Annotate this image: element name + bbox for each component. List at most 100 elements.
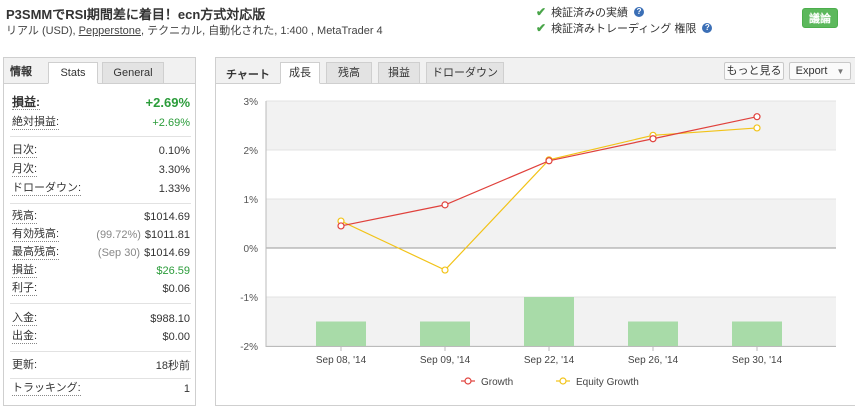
- x-tick-label: Sep 09, '14: [420, 355, 471, 366]
- data-point: [753, 113, 761, 121]
- data-point: [753, 124, 761, 132]
- divider: [10, 203, 191, 204]
- bar: [524, 297, 574, 346]
- y-tick-label: 1%: [244, 195, 259, 206]
- stat-label[interactable]: トラッキング:: [12, 382, 81, 396]
- account-subtitle: リアル (USD), Pepperstone, テクニカル, 自動化された, 1…: [6, 22, 383, 38]
- stat-equity: 有効残高: (99.72%) $1011.81: [12, 228, 190, 244]
- stat-value: $1014.69: [144, 211, 190, 223]
- stat-interest: 利子: $0.06: [12, 282, 190, 298]
- chart-tabbar: チャート 成長 残高 損益 ドローダウン もっと見る Export ▼: [216, 58, 855, 84]
- stat-label[interactable]: 日次:: [12, 144, 38, 158]
- account-type-text: リアル (USD),: [6, 25, 79, 37]
- broker-link[interactable]: Pepperstone: [79, 25, 141, 37]
- growth-chart: -2%-1%0%1%2%3% Sep 08, '14 Sep 09, '14 Sep…: [240, 97, 836, 388]
- tab-growth[interactable]: 成長: [280, 62, 320, 84]
- stat-highest: 最高残高: (Sep 30) $1014.69: [12, 246, 190, 262]
- check-icon: ✔: [536, 21, 547, 35]
- info-panel: 情報 Stats General 損益: +2.69% 絶対損益: +2.69%…: [3, 57, 196, 406]
- verified-trading-label: 検証済みトレーディング 権限: [551, 23, 697, 35]
- verified-track-label: 検証済みの実績: [551, 7, 629, 19]
- x-axis: Sep 08, '14 Sep 09, '14 Sep 22, '14 Sep 26,…: [316, 346, 783, 366]
- chart-panel-title: チャート: [226, 69, 270, 81]
- verified-trading-privileges: ✔ 検証済みトレーディング 権限 ?: [536, 20, 713, 36]
- x-tick-label: Sep 22, '14: [524, 355, 575, 366]
- stat-updated: 更新: 18秒前: [12, 359, 190, 375]
- stat-value: $1011.81: [144, 229, 190, 241]
- y-axis: -2% -1% 0% 1% 2% 3%: [240, 97, 258, 353]
- tab-stats[interactable]: Stats: [48, 62, 98, 84]
- account-header: P3SMMでRSI期間差に着目！ecn方式対応版 リアル (USD), Pepp…: [0, 0, 855, 48]
- stat-note: (Sep 30): [97, 247, 141, 259]
- stat-label[interactable]: 有効残高:: [12, 228, 60, 242]
- help-icon[interactable]: ?: [634, 7, 645, 17]
- stat-value: 1.33%: [158, 183, 190, 195]
- legend-label: Growth: [481, 377, 513, 388]
- info-panel-title: 情報: [10, 66, 32, 78]
- legend-label: Equity Growth: [576, 377, 639, 388]
- info-tabbar: 情報 Stats General: [4, 58, 195, 84]
- stat-value: $26.59: [156, 265, 190, 277]
- export-dropdown[interactable]: Export ▼: [789, 62, 851, 80]
- stat-note: (99.72%): [96, 229, 141, 241]
- stat-label[interactable]: 最高残高:: [12, 246, 60, 260]
- data-point: [337, 222, 345, 230]
- stat-monthly: 月次: 3.30%: [12, 163, 190, 179]
- stat-label[interactable]: 利子:: [12, 282, 38, 296]
- legend-swatch-marker: [559, 377, 567, 385]
- stat-drawdown: ドローダウン: 1.33%: [12, 182, 190, 198]
- stat-label[interactable]: 絶対損益:: [12, 116, 60, 130]
- discuss-button[interactable]: 議論: [802, 8, 838, 28]
- export-label: Export: [795, 65, 828, 77]
- help-icon[interactable]: ?: [702, 23, 713, 33]
- stat-profit: 損益: $26.59: [12, 264, 190, 280]
- bar: [316, 321, 366, 346]
- legend-swatch-marker: [464, 377, 472, 385]
- stat-value-group: (99.72%) $1011.81: [96, 228, 190, 242]
- verified-track-record: ✔ 検証済みの実績 ?: [536, 4, 645, 20]
- stat-label[interactable]: 損益:: [12, 264, 38, 278]
- page-title: P3SMMでRSI期間差に着目！ecn方式対応版: [6, 7, 266, 22]
- stat-value: 18秒前: [155, 360, 190, 372]
- stat-gain: 損益: +2.69%: [12, 96, 190, 112]
- chart-panel: チャート 成長 残高 損益 ドローダウン もっと見る Export ▼ -2% -…: [215, 57, 855, 406]
- stat-label[interactable]: ドローダウン:: [12, 182, 82, 196]
- x-tick-label: Sep 30, '14: [732, 355, 783, 366]
- tab-profit[interactable]: 損益: [378, 62, 420, 84]
- divider: [10, 303, 191, 304]
- x-tick-label: Sep 26, '14: [628, 355, 679, 366]
- stat-label[interactable]: 損益:: [12, 96, 40, 110]
- stat-deposits: 入金: $988.10: [12, 312, 190, 328]
- y-tick-label: 0%: [244, 244, 259, 255]
- stat-label[interactable]: 入金:: [12, 312, 38, 326]
- stat-balance: 残高: $1014.69: [12, 210, 190, 226]
- stat-tracking: トラッキング: 1: [12, 382, 190, 398]
- tab-balance[interactable]: 残高: [326, 62, 372, 84]
- bar: [732, 321, 782, 346]
- divider: [10, 136, 191, 137]
- tab-general[interactable]: General: [102, 62, 164, 84]
- stat-value: $988.10: [150, 313, 190, 325]
- tab-drawdown[interactable]: ドローダウン: [426, 62, 504, 84]
- stat-value: 3.30%: [158, 164, 190, 176]
- stat-label[interactable]: 月次:: [12, 163, 38, 177]
- bar: [420, 321, 470, 346]
- stat-value: +2.69%: [145, 95, 190, 110]
- more-button[interactable]: もっと見る: [724, 62, 784, 80]
- stat-value-group: (Sep 30) $1014.69: [98, 246, 190, 260]
- stat-daily: 日次: 0.10%: [12, 144, 190, 160]
- divider: [10, 351, 191, 352]
- grid-band: [266, 101, 836, 150]
- chevron-down-icon: ▼: [836, 67, 845, 76]
- y-tick-label: 3%: [244, 97, 259, 108]
- x-tick-label: Sep 08, '14: [316, 355, 367, 366]
- y-tick-label: -2%: [240, 342, 258, 353]
- data-point: [545, 157, 553, 165]
- stat-value: $1014.69: [144, 247, 190, 259]
- stat-label[interactable]: 出金:: [12, 330, 38, 344]
- stat-value: $0.06: [162, 283, 190, 295]
- data-point: [441, 201, 449, 209]
- stat-label[interactable]: 残高:: [12, 210, 38, 224]
- chart-legend: Growth Equity Growth: [461, 377, 639, 388]
- stat-value: +2.69%: [152, 117, 190, 129]
